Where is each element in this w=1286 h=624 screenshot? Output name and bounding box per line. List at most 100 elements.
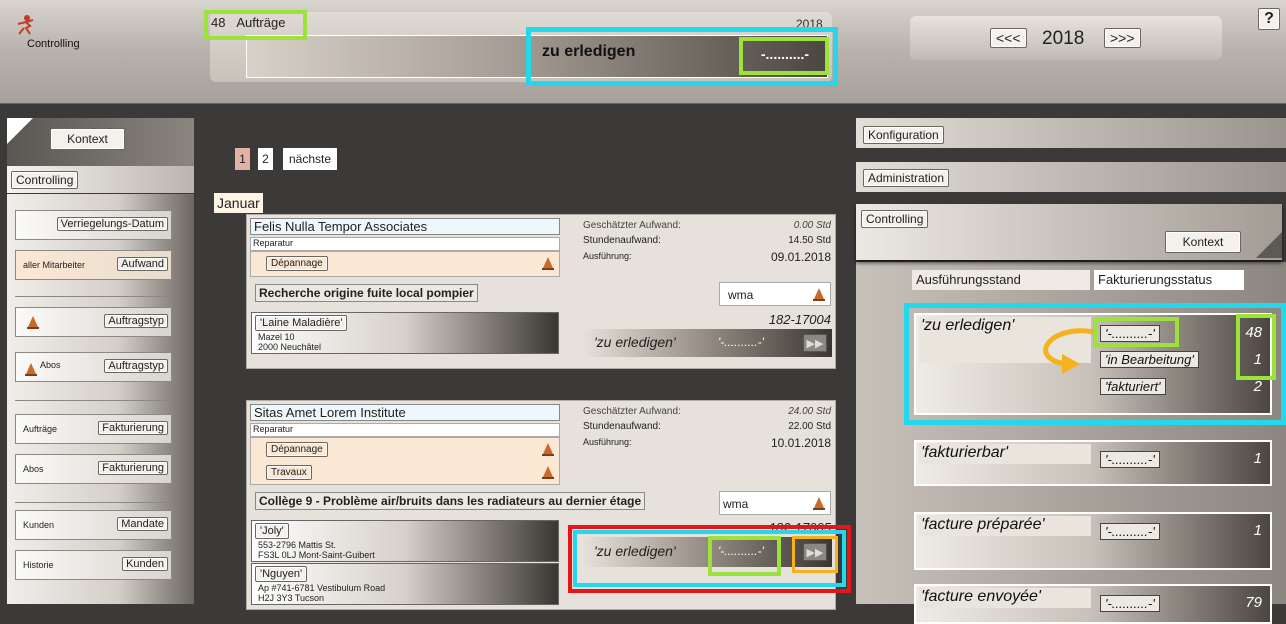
sidebar-corner-toggle-icon[interactable] — [7, 118, 33, 144]
order-forward-button[interactable]: ▶▶ — [803, 334, 827, 352]
status-row-count: 1 — [1253, 522, 1262, 539]
abos-fakturierung-button[interactable]: Fakturierung — [98, 461, 168, 475]
status-group-title: 'facture envoyée' — [919, 588, 1091, 608]
administration-button[interactable]: Administration — [863, 169, 950, 187]
aufwand-label: Geschätzter Aufwand: — [583, 406, 681, 417]
order-status-label: 'zu erledigen' — [594, 334, 676, 350]
right-corner-toggle-icon[interactable] — [1256, 232, 1282, 258]
column-header-fakturierungsstatus: Fakturierungsstatus — [1094, 270, 1244, 290]
aufwand-button[interactable]: Aufwand — [117, 257, 168, 271]
page-2-link[interactable]: 2 — [258, 148, 273, 170]
sidebar-section-controlling[interactable]: Controlling — [11, 171, 79, 189]
stunden-value: 22.00 Std — [788, 421, 831, 432]
header-progress-bar — [246, 35, 828, 78]
sidebar-kontext-button[interactable]: Kontext — [50, 128, 125, 150]
next-year-button[interactable]: >>> — [1104, 28, 1141, 48]
header-status-label: zu erledigen — [542, 43, 636, 60]
ausfuehrung-label: Ausführung: — [583, 437, 632, 447]
status-row-count: 79 — [1245, 594, 1262, 611]
order-card: Felis Nulla Tempor Associates Reparatur … — [246, 214, 836, 369]
contact-line1: Ap #741-6781 Vestibulum Road — [258, 583, 386, 593]
sidebar-item-abos-fakturierung: Abos Fakturierung — [15, 454, 172, 484]
order-status-bar: 'zu erledigen' '-..........-' ▶▶ — [580, 329, 832, 357]
arrow-annotation-icon — [1043, 328, 1095, 374]
historie-kunden-button[interactable]: Kunden — [122, 557, 168, 571]
order-tag[interactable]: Travaux — [266, 465, 312, 480]
auftragstyp-button[interactable]: Auftragstyp — [104, 314, 168, 328]
order-title[interactable]: Recherche origine fuite local pompier — [255, 284, 478, 302]
order-tag[interactable]: Dépannage — [266, 256, 328, 271]
sidebar-item-label: Historie — [23, 560, 54, 570]
mandate-button[interactable]: Mandate — [117, 517, 168, 531]
contact-name[interactable]: 'Laine Maladière' — [255, 315, 348, 331]
order-number: 182-17005 — [768, 520, 831, 535]
order-company[interactable]: Felis Nulla Tempor Associates — [250, 218, 560, 235]
contact-line2: 2000 Neuchâtel — [258, 342, 322, 352]
verriegelungs-datum-button[interactable]: Verriegelungs-Datum — [56, 217, 168, 231]
aufwand-value: 0.00 Std — [793, 220, 831, 231]
ausfuehrung-label: Ausführung: — [583, 251, 632, 261]
contact-line2: FS3L 0LJ Mont-Saint-Guibert — [258, 550, 375, 560]
sidebar-item-abos-auftragstyp: Abos Auftragstyp — [15, 352, 172, 382]
app-logo-icon[interactable] — [14, 14, 36, 36]
status-row-button[interactable]: 'fakturiert' — [1100, 378, 1166, 395]
order-card: Sitas Amet Lorem Institute Reparatur Dép… — [246, 400, 836, 610]
status-row-count: 1 — [1253, 450, 1262, 467]
order-type: Reparatur — [250, 237, 560, 251]
prev-year-button[interactable]: <<< — [990, 28, 1027, 48]
auftraege-fakturierung-button[interactable]: Fakturierung — [98, 421, 168, 435]
header-status-value-button[interactable]: -..........- — [744, 44, 826, 68]
abos-auftragstyp-button[interactable]: Auftragstyp — [104, 359, 168, 373]
ausfuehrung-value: 09.01.2018 — [770, 250, 831, 264]
status-group-fakturierbar: 'fakturierbar' '-..........-' 1 — [914, 440, 1272, 486]
status-group-title: 'facture préparée' — [919, 516, 1091, 536]
stunden-value: 14.50 Std — [788, 235, 831, 246]
order-contact-box: 'Joly' 553-2796 Mattis St. FS3L 0LJ Mont… — [251, 520, 559, 562]
stunden-label: Stundenaufwand: — [583, 421, 661, 432]
status-group-title: 'fakturierbar' — [919, 444, 1091, 464]
order-contact-box: 'Nguyen' Ap #741-6781 Vestibulum Road H2… — [251, 563, 559, 605]
column-header-ausfuehrungsstand: Ausführungsstand — [912, 270, 1090, 290]
status-row-button[interactable]: '-..........-' — [1100, 451, 1160, 468]
order-title[interactable]: Collège 9 - Problème air/bruits dans les… — [255, 492, 646, 510]
order-status-value[interactable]: '-..........-' — [718, 544, 764, 558]
order-company[interactable]: Sitas Amet Lorem Institute — [250, 404, 560, 421]
order-status-bar: 'zu erledigen' '-..........-' ▶▶ — [580, 537, 832, 567]
aufwand-label: Geschätzter Aufwand: — [583, 220, 681, 231]
cone-icon — [813, 497, 825, 510]
cone-icon — [25, 363, 37, 376]
order-forward-button[interactable]: ▶▶ — [803, 543, 827, 561]
sidebar-item-aufwand: aller Mitarbeiter Aufwand — [15, 250, 172, 280]
order-tag[interactable]: Dépannage — [266, 442, 328, 457]
order-count: 48 Aufträge — [211, 15, 286, 30]
controlling-button[interactable]: Controlling — [861, 210, 929, 228]
current-year: 2018 — [1042, 28, 1085, 49]
order-status-value[interactable]: '-..........-' — [718, 335, 764, 349]
header-year-small: 2018 — [796, 17, 823, 31]
order-tags-row: Dépannage Travaux — [250, 437, 560, 485]
page-1-link[interactable]: 1 — [235, 148, 250, 170]
contact-line1: 553-2796 Mattis St. — [258, 540, 337, 550]
divider — [15, 400, 172, 401]
order-contact-box: 'Laine Maladière' Mazel 10 2000 Neuchâte… — [251, 312, 559, 354]
status-row-button[interactable]: '-..........-' — [1100, 523, 1160, 540]
next-page-link[interactable]: nächste — [283, 148, 337, 170]
konfiguration-button[interactable]: Konfiguration — [863, 126, 944, 144]
status-row-button[interactable]: '-..........-' — [1100, 325, 1160, 342]
sidebar-item-auftragstyp: Auftragstyp — [15, 307, 172, 337]
status-row-button[interactable]: 'in Bearbeitung' — [1100, 351, 1199, 368]
order-user[interactable]: wma — [719, 282, 831, 306]
contact-line1: Mazel 10 — [258, 332, 295, 342]
right-kontext-button[interactable]: Kontext — [1165, 231, 1241, 253]
cone-icon — [542, 443, 554, 456]
contact-name[interactable]: 'Joly' — [255, 523, 289, 539]
app-name: Controlling — [27, 38, 80, 50]
order-user[interactable]: wma — [719, 491, 831, 515]
help-button[interactable]: ? — [1258, 8, 1280, 30]
sidebar-item-label: aller Mitarbeiter — [23, 260, 86, 270]
sidebar-item-label: Aufträge — [23, 424, 58, 434]
cone-icon — [542, 466, 554, 479]
contact-name[interactable]: 'Nguyen' — [255, 566, 308, 582]
status-row-count: 48 — [1245, 324, 1262, 341]
stunden-label: Stundenaufwand: — [583, 235, 661, 246]
